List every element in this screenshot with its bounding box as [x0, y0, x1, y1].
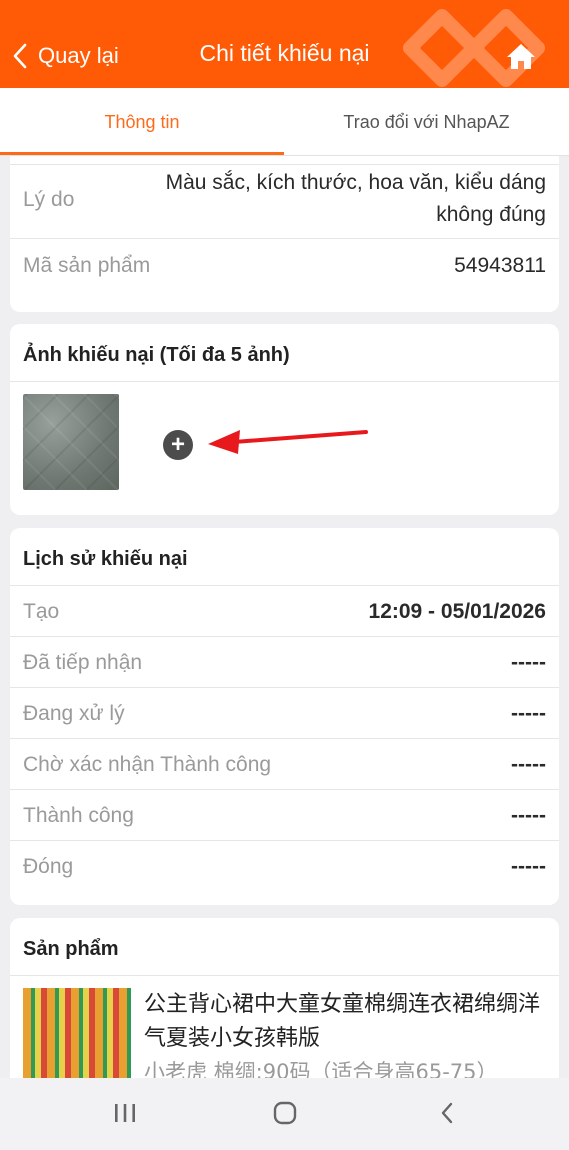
history-label: Thành công	[23, 804, 134, 827]
recent-apps-icon	[115, 1104, 135, 1122]
back-chevron-icon	[441, 1102, 453, 1124]
product-code-label: Mã sản phẩm	[23, 254, 151, 277]
active-tab-indicator	[0, 152, 284, 155]
reason-value-line1: Màu sắc, kích thước, hoa văn, kiểu dáng	[165, 171, 546, 194]
complaint-photo-thumbnail[interactable]	[23, 394, 119, 490]
history-value: 12:09 - 05/01/2026	[368, 600, 546, 623]
history-value: -----	[511, 855, 546, 878]
reason-value-line2: không đúng	[436, 203, 546, 226]
history-row: Thành công -----	[10, 789, 559, 840]
product-title: Sản phẩm	[23, 938, 119, 960]
tab-bar: Thông tin Trao đổi với NhapAZ	[0, 88, 569, 156]
info-row-product-code: Mã sản phẩm 54943811	[10, 238, 559, 294]
history-label: Đang xử lý	[23, 702, 125, 725]
history-label: Đã tiếp nhận	[23, 651, 143, 674]
history-value: -----	[511, 753, 546, 776]
history-value: -----	[511, 651, 546, 674]
red-arrow-annotation	[208, 430, 368, 454]
add-photo-button[interactable]: +	[163, 430, 193, 460]
tab-chat-nhapaz[interactable]: Trao đổi với NhapAZ	[284, 88, 569, 156]
reason-label: Lý do	[23, 188, 75, 211]
history-row: Chờ xác nhận Thành công -----	[10, 738, 559, 789]
photos-title: Ảnh khiếu nại (Tối đa 5 ảnh)	[23, 344, 290, 366]
product-card: Sản phẩm 公主背心裙中大童女童棉绸连衣裙绵绸洋气夏装小女孩韩版 小老虎 …	[10, 918, 559, 1078]
history-row: Tạo 12:09 - 05/01/2026	[10, 585, 559, 636]
complaint-history-card: Lịch sử khiếu nại Tạo 12:09 - 05/01/2026…	[10, 528, 559, 905]
app-header: Quay lại Chi tiết khiếu nại	[0, 0, 569, 88]
history-label: Đóng	[23, 855, 74, 878]
home-circle-icon	[273, 1101, 297, 1125]
tab-info[interactable]: Thông tin	[0, 88, 284, 156]
plus-circle-icon: +	[170, 431, 185, 458]
content-scroll-area[interactable]: Lý do Màu sắc, kích thước, hoa văn, kiểu…	[0, 156, 569, 1078]
recent-apps-button[interactable]	[105, 1096, 145, 1130]
photos-divider	[10, 381, 559, 382]
info-card: Lý do Màu sắc, kích thước, hoa văn, kiểu…	[10, 156, 559, 312]
history-value: -----	[511, 702, 546, 725]
product-divider	[10, 975, 559, 976]
info-row-reason: Lý do Màu sắc, kích thước, hoa văn, kiểu…	[10, 164, 559, 240]
system-back-button[interactable]	[427, 1096, 467, 1130]
history-label: Chờ xác nhận Thành công	[23, 753, 272, 776]
history-title: Lịch sử khiếu nại	[23, 548, 188, 570]
complaint-photos-card: Ảnh khiếu nại (Tối đa 5 ảnh) +	[10, 324, 559, 515]
home-icon[interactable]	[506, 42, 536, 70]
system-navigation-bar	[0, 1078, 569, 1150]
product-image[interactable]	[23, 988, 131, 1078]
product-code-value: 54943811	[454, 254, 546, 277]
history-label: Tạo	[23, 600, 60, 623]
product-name[interactable]: 公主背心裙中大童女童棉绸连衣裙绵绸洋气夏装小女孩韩版	[144, 988, 548, 1056]
product-variant: 小老虎 棉绸;90码（适合身高65-75）	[144, 1060, 498, 1078]
system-home-button[interactable]	[265, 1096, 305, 1130]
history-row: Đóng -----	[10, 840, 559, 891]
page-title: Chi tiết khiếu nại	[199, 40, 370, 66]
history-row: Đã tiếp nhận -----	[10, 636, 559, 687]
history-value: -----	[511, 804, 546, 827]
history-row: Đang xử lý -----	[10, 687, 559, 738]
